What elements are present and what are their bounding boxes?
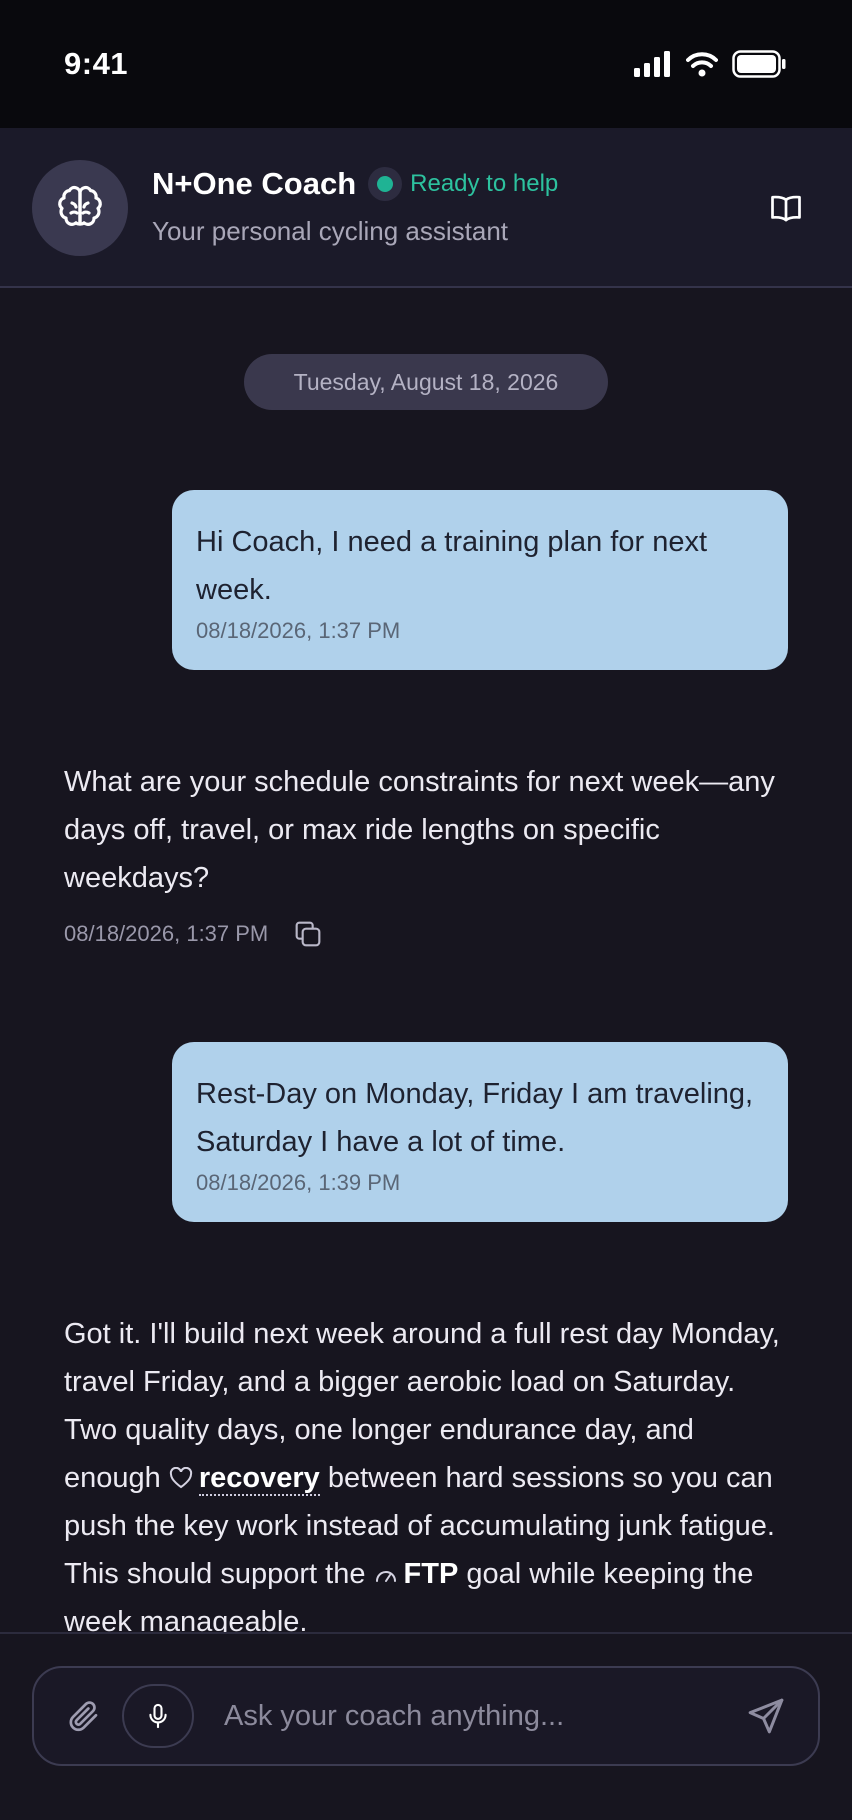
- coach-title: N+One Coach: [152, 166, 357, 201]
- term-label: FTP: [403, 1558, 459, 1590]
- send-icon[interactable]: [746, 1696, 786, 1736]
- header-title-row: N+One Coach Ready to help: [152, 166, 558, 202]
- coach-message: What are your schedule constraints for n…: [64, 758, 794, 950]
- chat-messages[interactable]: Tuesday, August 18, 2026 Hi Coach, I nee…: [0, 290, 852, 1632]
- message-text: Rest-Day on Monday, Friday I am travelin…: [196, 1078, 754, 1158]
- message-timestamp: 08/18/2026, 1:37 PM: [64, 921, 269, 946]
- heart-icon: [169, 1467, 192, 1489]
- term-label: recovery: [198, 1462, 320, 1496]
- status-icons: [634, 50, 786, 78]
- user-message: Hi Coach, I need a training plan for nex…: [172, 490, 788, 670]
- microphone-button[interactable]: [122, 1684, 194, 1748]
- glossary-term-recovery[interactable]: recovery: [169, 1462, 320, 1496]
- paperclip-icon[interactable]: [66, 1698, 102, 1734]
- online-status-indicator: [368, 167, 403, 201]
- wifi-icon: [686, 52, 718, 77]
- gauge-icon: [375, 1571, 396, 1582]
- coach-status: Ready to help: [410, 170, 559, 197]
- date-separator: Tuesday, August 18, 2026: [244, 354, 608, 410]
- status-dot-icon: [377, 176, 394, 192]
- coach-subtitle: Your personal cycling assistant: [152, 216, 509, 246]
- coach-message: Got it. I'll build next week around a fu…: [64, 1310, 794, 1632]
- message-text: Hi Coach, I need a training plan for nex…: [196, 526, 708, 606]
- cellular-signal-icon: [634, 51, 670, 77]
- message-text: Got it. I'll build next week around a fu…: [64, 1310, 794, 1632]
- message-input[interactable]: [224, 1690, 724, 1742]
- message-meta: 08/18/2026, 1:37 PM: [64, 918, 794, 950]
- microphone-icon: [149, 1703, 167, 1729]
- chat-header: N+One Coach Ready to help Your personal …: [0, 128, 852, 288]
- message-timestamp: 08/18/2026, 1:37 PM: [196, 618, 401, 643]
- message-text: What are your schedule constraints for n…: [64, 766, 775, 894]
- message-composer: [0, 1632, 852, 1820]
- status-time: 9:41: [64, 46, 129, 81]
- composer-box: [32, 1666, 820, 1766]
- user-message: Rest-Day on Monday, Friday I am travelin…: [172, 1042, 788, 1222]
- book-icon[interactable]: [768, 190, 804, 226]
- coach-avatar: [32, 160, 128, 256]
- glossary-term-ftp[interactable]: FTP: [374, 1558, 459, 1590]
- battery-icon: [732, 50, 786, 78]
- brain-icon: [58, 185, 102, 226]
- copy-icon[interactable]: [292, 918, 324, 950]
- message-timestamp: 08/18/2026, 1:39 PM: [196, 1170, 401, 1195]
- status-bar: 9:41: [0, 0, 852, 128]
